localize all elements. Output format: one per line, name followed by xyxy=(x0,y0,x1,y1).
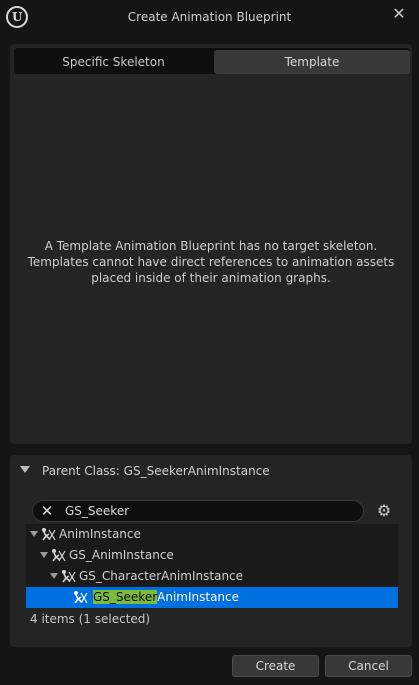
triangle-down-icon xyxy=(20,466,30,473)
parent-class-label: Parent Class: GS_SeekerAnimInstance xyxy=(42,464,270,478)
window-title: Create Animation Blueprint xyxy=(127,10,292,24)
create-button[interactable]: Create xyxy=(232,655,319,677)
tree-row-label: GS_SeekerAnimInstance xyxy=(93,587,239,608)
close-icon[interactable]: ✕ xyxy=(389,4,409,24)
anim-class-icon xyxy=(52,549,66,562)
tree-row-animinstance[interactable]: AnimInstance xyxy=(26,524,398,545)
triangle-down-icon[interactable] xyxy=(50,573,58,579)
tree-row-gs-characteraniminstance[interactable]: GS_CharacterAnimInstance xyxy=(26,566,398,587)
gear-icon[interactable]: ⚙ xyxy=(374,501,394,521)
search-match-highlight: GS_Seeker xyxy=(93,590,158,604)
cancel-button[interactable]: Cancel xyxy=(325,655,412,677)
triangle-down-icon[interactable] xyxy=(30,531,38,537)
template-info-text: A Template Animation Blueprint has no ta… xyxy=(27,239,395,285)
clear-search-icon[interactable]: ✕ xyxy=(39,502,55,520)
tree-row-label: GS_AnimInstance xyxy=(69,548,174,562)
tree-row-gs-seekeraniminstance[interactable]: GS_SeekerAnimInstance xyxy=(26,587,398,608)
triangle-down-icon[interactable] xyxy=(40,552,48,558)
tab-specific-skeleton[interactable]: Specific Skeleton xyxy=(16,50,211,74)
class-search-input[interactable] xyxy=(65,503,355,519)
class-search-box: ✕ xyxy=(32,500,364,522)
tree-row-gs-animinstance[interactable]: GS_AnimInstance xyxy=(26,545,398,566)
tab-bar: Specific Skeleton Template xyxy=(14,48,410,74)
tab-template[interactable]: Template xyxy=(214,50,410,74)
tree-row-label: AnimInstance xyxy=(59,527,141,541)
tree-row-label: GS_CharacterAnimInstance xyxy=(79,569,244,583)
anim-class-icon xyxy=(62,570,76,583)
item-count-status: 4 items (1 selected) xyxy=(30,612,151,626)
parent-class-panel: Parent Class: GS_SeekerAnimInstance ✕ ⚙ … xyxy=(10,455,412,647)
title-bar: U Create Animation Blueprint ✕ xyxy=(0,0,419,36)
anim-class-icon xyxy=(42,528,56,541)
blueprint-type-panel: Specific Skeleton Template A Template An… xyxy=(10,44,412,444)
anim-class-icon xyxy=(74,591,88,604)
label-remainder: AnimInstance xyxy=(157,590,240,604)
class-tree: AnimInstance GS_AnimInstance GS_Characte… xyxy=(26,524,398,608)
create-animation-blueprint-dialog: U Create Animation Blueprint ✕ Specific … xyxy=(0,0,419,685)
